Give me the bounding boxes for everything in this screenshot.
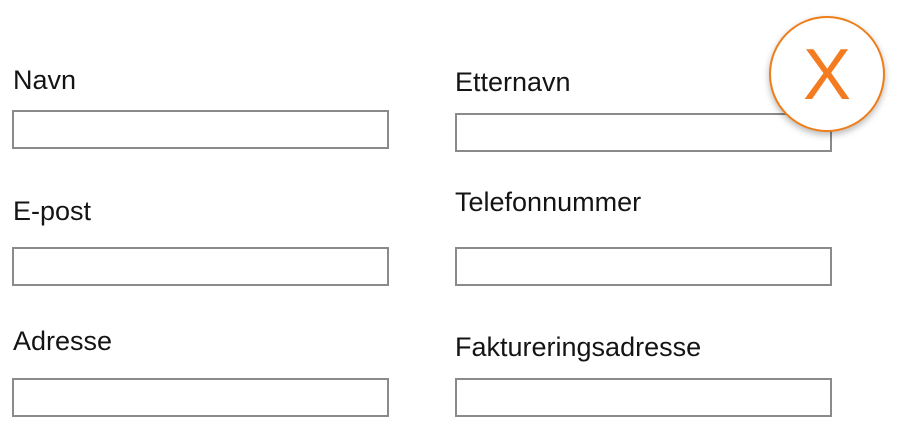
first-name-field[interactable]	[12, 110, 389, 149]
close-icon: X	[802, 35, 852, 115]
last-name-label: Etternavn	[455, 67, 571, 97]
address-field[interactable]	[12, 378, 389, 417]
billing-address-label: Faktureringsadresse	[455, 332, 702, 362]
last-name-field[interactable]	[455, 113, 832, 152]
close-button[interactable]: X	[769, 16, 885, 132]
phone-label: Telefonnummer	[455, 187, 642, 217]
email-field[interactable]	[12, 247, 389, 286]
address-label: Adresse	[13, 326, 113, 356]
first-name-label: Navn	[13, 65, 77, 95]
email-label: E-post	[13, 196, 92, 226]
phone-field[interactable]	[455, 247, 832, 286]
billing-address-field[interactable]	[455, 378, 832, 417]
